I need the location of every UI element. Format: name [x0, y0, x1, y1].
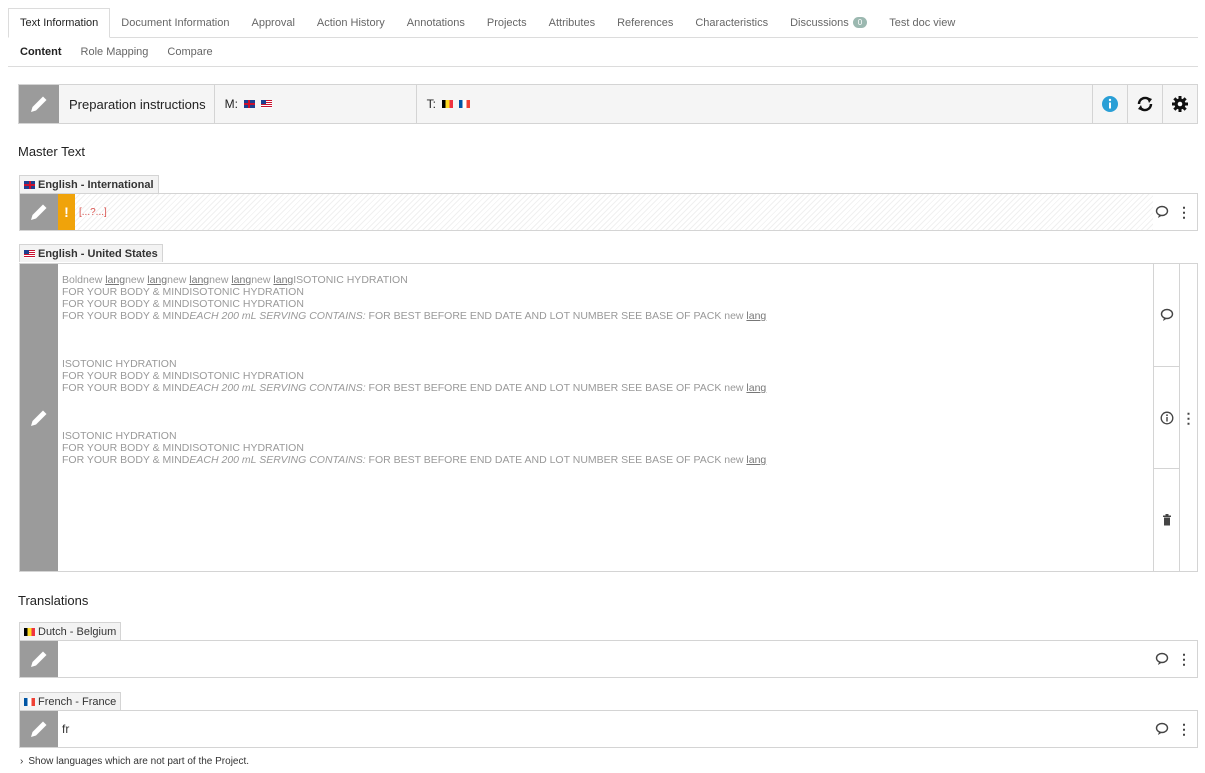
translation-row-french: fr ⋮ [19, 710, 1198, 748]
info-button[interactable] [1154, 367, 1179, 470]
comment-icon [1160, 308, 1173, 321]
discussions-count-badge: 0 [852, 17, 868, 28]
text-content[interactable]: Boldnew langnew langnew langnew langnew … [58, 264, 1153, 571]
master-languages: M: [215, 85, 417, 123]
text-paragraph: ISOTONIC HYDRATION FOR YOUR BODY & MINDI… [62, 430, 767, 466]
translation-label: T: [426, 97, 436, 111]
tab-document-information[interactable]: Document Information [110, 8, 240, 37]
us-flag-icon [24, 249, 35, 258]
row-actions: ⋮ [1153, 641, 1197, 677]
sub-tabs: Content Role Mapping Compare [8, 38, 1198, 67]
translation-languages: T: [417, 85, 1092, 123]
lang-label-french-france: French - France [19, 692, 122, 710]
subtab-content[interactable]: Content [8, 46, 69, 58]
missing-text-placeholder: [...?...] [79, 206, 107, 218]
more-options-button[interactable]: ⋮ [1179, 264, 1197, 571]
gear-icon [1172, 96, 1188, 112]
comment-icon[interactable] [1155, 722, 1169, 736]
tab-characteristics[interactable]: Characteristics [684, 8, 779, 37]
refresh-button[interactable] [1127, 85, 1162, 123]
tab-approval[interactable]: Approval [240, 8, 305, 37]
row-actions: ⋮ [1153, 194, 1197, 230]
uk-flag-icon [243, 100, 255, 108]
info-icon [1102, 96, 1118, 112]
translation-row-dutch: ⋮ [19, 640, 1198, 678]
belgium-flag-icon [24, 627, 35, 636]
tab-discussions[interactable]: Discussions 0 [779, 8, 878, 37]
comment-button[interactable] [1154, 264, 1179, 367]
edit-pencil-icon[interactable] [19, 85, 59, 123]
text-type-title: Preparation instructions [59, 85, 215, 123]
france-flag-icon [458, 100, 470, 108]
chevron-right-icon: › [20, 756, 24, 767]
info-outline-icon [1160, 411, 1173, 424]
tab-text-information[interactable]: Text Information [8, 8, 111, 38]
tab-action-history[interactable]: Action History [306, 8, 396, 37]
text-content[interactable]: [...?...] [75, 194, 1153, 230]
tab-attributes[interactable]: Attributes [538, 8, 606, 37]
master-us-row: Boldnew langnew langnew langnew langnew … [19, 263, 1198, 572]
show-languages-link[interactable]: › Show languages which are not part of t… [20, 756, 249, 767]
text-paragraph: ISOTONIC HYDRATION FOR YOUR BODY & MINDI… [62, 358, 767, 394]
tab-references[interactable]: References [606, 8, 684, 37]
france-flag-icon [24, 697, 35, 706]
more-options-icon[interactable]: ⋮ [1177, 722, 1191, 736]
text-paragraph: Boldnew langnew langnew langnew langnew … [62, 274, 767, 322]
comment-icon[interactable] [1155, 652, 1169, 666]
tab-projects[interactable]: Projects [476, 8, 538, 37]
delete-button[interactable] [1154, 469, 1179, 571]
master-intl-row: ! [...?...] ⋮ [19, 193, 1198, 231]
us-flag-icon [260, 100, 272, 108]
text-toolbar: Preparation instructions M: T: [18, 84, 1198, 124]
side-actions [1153, 264, 1179, 571]
refresh-icon [1137, 96, 1153, 112]
tab-annotations[interactable]: Annotations [396, 8, 476, 37]
row-actions: ⋮ [1153, 711, 1197, 747]
settings-button[interactable] [1162, 85, 1197, 123]
lang-label-dutch-belgium: Dutch - Belgium [19, 622, 122, 640]
master-label: M: [224, 97, 238, 111]
main-tabs: Text Information Document Information Ap… [8, 8, 1198, 38]
subtab-role-mapping[interactable]: Role Mapping [69, 46, 156, 58]
lang-label-english-us: English - United States [19, 244, 163, 262]
master-text-title: Master Text [18, 144, 85, 159]
lang-label-english-international: English - International [19, 175, 159, 193]
trash-icon [1162, 514, 1171, 526]
edit-pencil-icon[interactable] [20, 194, 58, 230]
text-content[interactable]: fr [58, 711, 1153, 747]
uk-flag-icon [24, 180, 35, 189]
edit-pencil-icon[interactable] [20, 264, 58, 571]
warning-icon: ! [58, 194, 75, 230]
text-content[interactable] [58, 641, 1153, 677]
more-options-icon[interactable]: ⋮ [1177, 205, 1191, 219]
edit-pencil-icon[interactable] [20, 711, 58, 747]
comment-icon[interactable] [1155, 205, 1169, 219]
more-options-icon[interactable]: ⋮ [1177, 652, 1191, 666]
more-options-icon: ⋮ [1181, 409, 1196, 426]
edit-pencil-icon[interactable] [20, 641, 58, 677]
tab-test-doc-view[interactable]: Test doc view [878, 8, 966, 37]
belgium-flag-icon [441, 100, 453, 108]
subtab-compare[interactable]: Compare [155, 46, 219, 58]
info-button[interactable] [1092, 85, 1127, 123]
translations-title: Translations [18, 593, 89, 608]
